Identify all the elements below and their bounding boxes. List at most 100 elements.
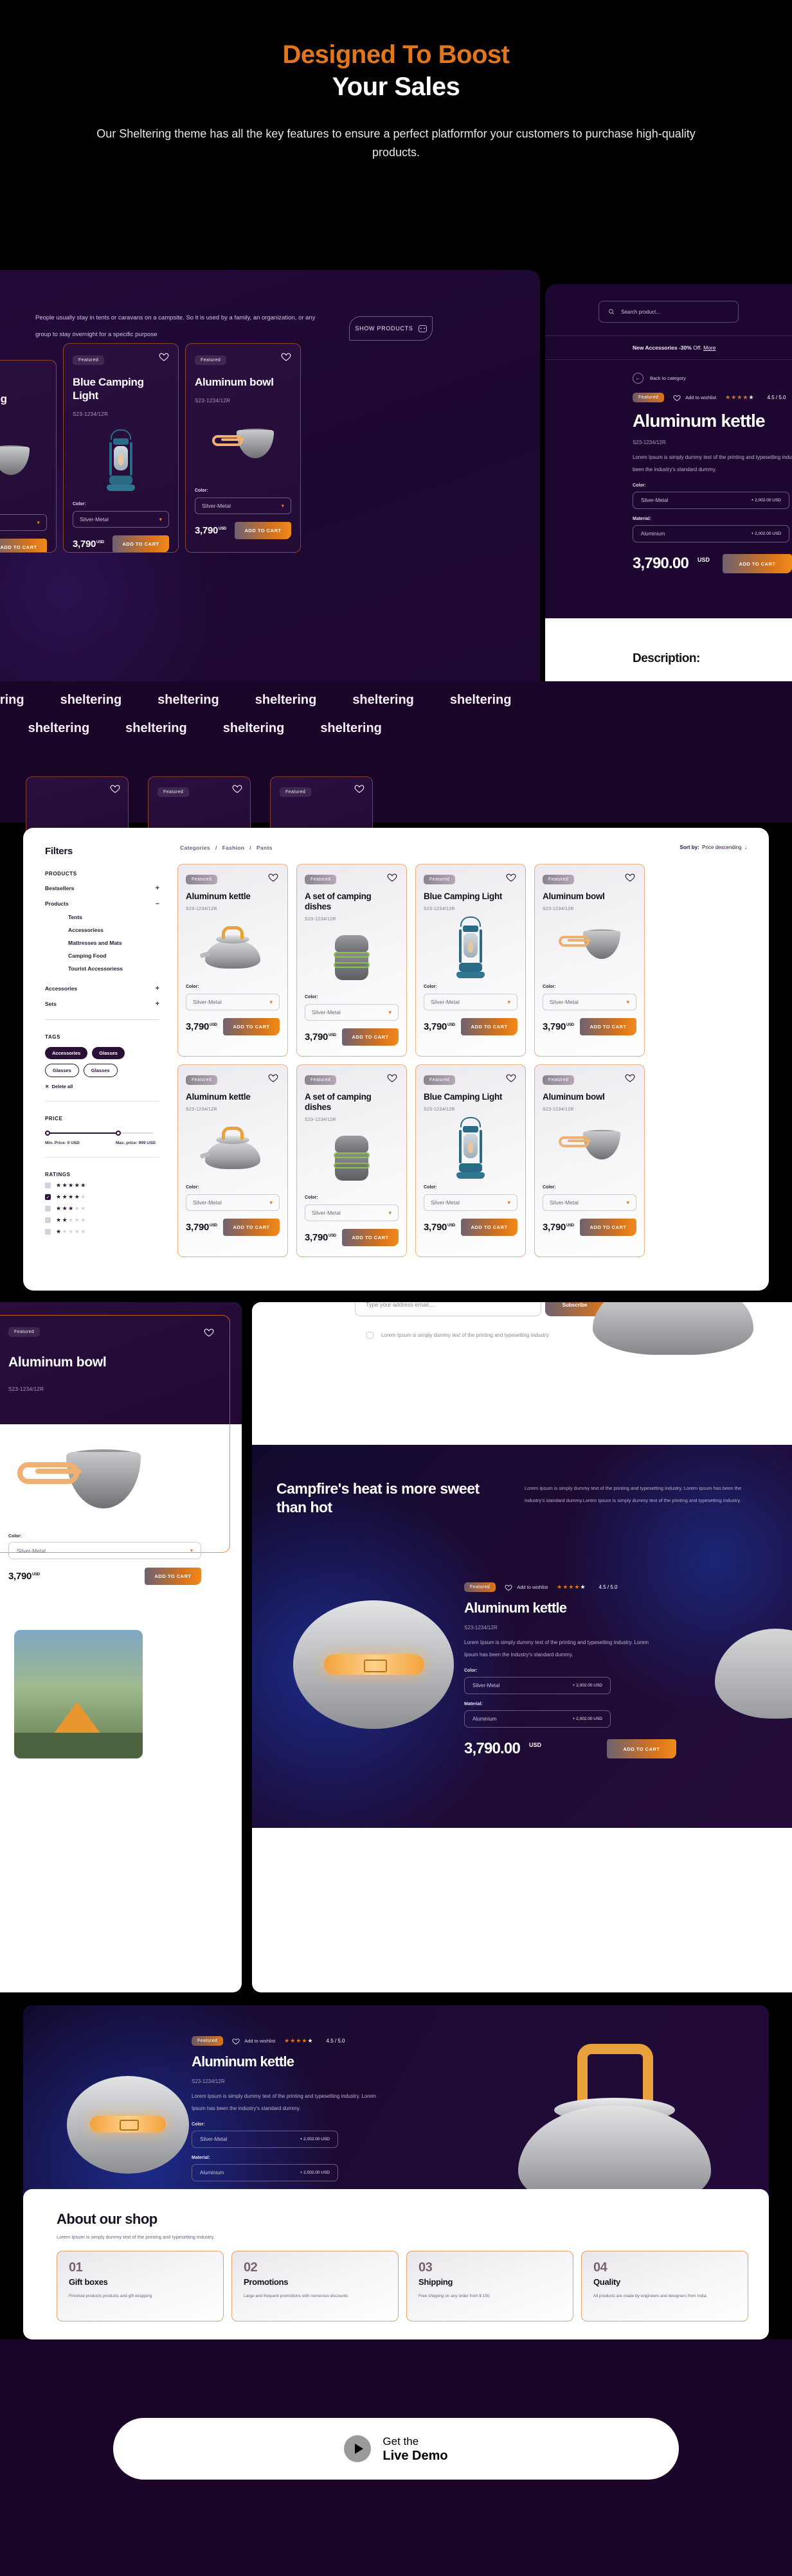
product-card[interactable]: Featured of camping S23-1234/12R Color: … (0, 360, 57, 553)
filter-group-sets[interactable]: Sets + (45, 1000, 159, 1008)
product-card[interactable]: Featured Blue Camping Light S23-1234/12R Co… (415, 1064, 526, 1257)
rating-filter-row[interactable]: ★★★★★ (45, 1182, 159, 1189)
product-card[interactable]: Featured Aluminum kettle S23-1234/12R Color… (177, 864, 288, 1057)
breadcrumb-item-pants[interactable]: Pants (256, 845, 273, 851)
consent-checkbox[interactable] (366, 1332, 374, 1339)
add-to-cart-button[interactable]: ADD TO CART (342, 1229, 399, 1246)
rating-filter-row[interactable]: ★★★★★ (45, 1228, 159, 1235)
color-select[interactable]: Silver-Metal ▾ (424, 994, 518, 1010)
tag-chip[interactable]: Glasses (83, 1064, 118, 1077)
product-card[interactable]: Featured Aluminum kettle S23-1234/12R Color… (177, 1064, 288, 1257)
color-select[interactable]: Silver-Metal ▾ (305, 1204, 399, 1221)
wishlist-heart-icon[interactable] (387, 872, 397, 882)
breadcrumb-item-fashion[interactable]: Fashion (222, 845, 245, 851)
email-input[interactable]: Type your address email.... (355, 1302, 541, 1316)
material-select[interactable]: Aluminium + 2,002.00 USD (192, 2164, 338, 2181)
color-select[interactable]: Silver-Metal ▾ (0, 514, 47, 531)
wishlist-heart-icon[interactable] (281, 352, 291, 362)
color-select[interactable]: Silver-Metal ▾ (424, 1194, 518, 1211)
color-select[interactable]: Silver-Metal ▾ (186, 1194, 280, 1211)
live-demo-button[interactable]: Get the Live Demo (113, 2418, 679, 2480)
back-to-category-link[interactable]: ← Back to category (633, 373, 792, 384)
filter-subitem-camping-food[interactable]: Camping Food (68, 953, 159, 959)
wishlist-heart-icon[interactable] (232, 783, 242, 794)
color-select[interactable]: Silver-Metal + 2,002.00 USD (464, 1677, 611, 1694)
color-select[interactable]: Silver-Metal ▾ (543, 1194, 636, 1211)
add-to-wishlist-button[interactable]: Add to wishlist (232, 2037, 275, 2045)
rating-checkbox[interactable] (45, 1206, 51, 1212)
add-to-cart-button[interactable]: ADD TO CART (461, 1219, 518, 1236)
wishlist-heart-icon[interactable] (506, 872, 516, 882)
wishlist-heart-icon[interactable] (268, 872, 278, 882)
price-range-slider[interactable] (45, 1131, 153, 1136)
product-card[interactable]: Featured (270, 776, 373, 834)
wishlist-heart-icon[interactable] (506, 1073, 516, 1083)
add-to-cart-button[interactable]: ADD TO CART (0, 539, 47, 552)
product-card[interactable]: Featured Aluminum bowl S23-1234/12R Color: S… (534, 1064, 645, 1257)
wishlist-heart-icon[interactable] (159, 352, 169, 362)
rating-filter-row[interactable]: ★★★★★ (45, 1217, 159, 1224)
product-card[interactable]: Featured Aluminum bowl S23-1234/12R Colo… (185, 343, 301, 553)
wishlist-heart-icon[interactable] (204, 1327, 214, 1337)
promo-more-link[interactable]: More (703, 344, 716, 351)
rating-checkbox[interactable]: ✓ (45, 1194, 51, 1200)
filter-group-products[interactable]: Products – (45, 900, 159, 908)
product-card[interactable]: Featured Aluminum bowl S23-1234/12R Colo… (0, 1315, 230, 1585)
product-card[interactable]: Featured Aluminum bowl S23-1234/12R Color: S… (534, 864, 645, 1057)
add-to-cart-button[interactable]: ADD TO CART (580, 1018, 636, 1035)
tag-chip[interactable]: Glasses (45, 1064, 79, 1077)
rating-filter-row[interactable]: ★★★★★ (45, 1205, 159, 1212)
breadcrumb-item-categories[interactable]: Categories (180, 845, 210, 851)
color-select[interactable]: Silver-Metal + 2,002.00 USD (633, 492, 789, 509)
product-card[interactable]: Featured Blue Camping Light S23-1234/12R Co… (415, 864, 526, 1057)
filter-subitem-accessoriess[interactable]: Accessoriess (68, 927, 159, 933)
filter-group-bestsellers[interactable]: Bestsellers + (45, 884, 159, 892)
color-select[interactable]: Silver-Metal ▾ (186, 994, 280, 1010)
rating-filter-row[interactable]: ✓ ★★★★★ (45, 1194, 159, 1201)
product-card[interactable]: Featured A set of camping dishes S23-1234/… (296, 1064, 407, 1257)
add-to-cart-button[interactable]: ADD TO CART (607, 1739, 676, 1758)
color-select[interactable]: Silver-Metal ▾ (8, 1542, 201, 1559)
add-to-cart-button[interactable]: ADD TO CART (113, 535, 169, 552)
add-to-cart-button[interactable]: ADD TO CART (461, 1018, 518, 1035)
delete-all-button[interactable]: ✕ Delete all (45, 1084, 159, 1089)
wishlist-heart-icon[interactable] (387, 1073, 397, 1083)
add-to-cart-button[interactable]: ADD TO CART (145, 1568, 201, 1585)
rating-checkbox[interactable] (45, 1183, 51, 1188)
wishlist-heart-icon[interactable] (268, 1073, 278, 1083)
search-input[interactable]: Search product... (598, 301, 739, 323)
wishlist-heart-icon[interactable] (110, 783, 120, 794)
tag-chip[interactable]: Glasses (92, 1047, 125, 1059)
rating-checkbox[interactable] (45, 1217, 51, 1223)
wishlist-heart-icon[interactable] (354, 783, 364, 794)
add-to-cart-button[interactable]: ADD TO CART (723, 554, 792, 573)
material-select[interactable]: Aluminium + 2,002.00 USD (464, 1710, 611, 1728)
color-select[interactable]: Silver-Metal ▾ (305, 1004, 399, 1021)
add-to-wishlist-button[interactable]: Add to wishlist (673, 394, 716, 402)
add-to-cart-button[interactable]: ADD TO CART (223, 1219, 280, 1236)
add-to-cart-button[interactable]: ADD TO CART (580, 1219, 636, 1236)
wishlist-heart-icon[interactable] (625, 1073, 635, 1083)
show-products-button[interactable]: SHOW PRODUCTS (349, 316, 433, 341)
add-to-cart-button[interactable]: ADD TO CART (223, 1018, 280, 1035)
rating-checkbox[interactable] (45, 1229, 51, 1235)
sort-by-control[interactable]: Sort by: Price descending ↓ (680, 845, 747, 850)
color-select[interactable]: Silver-Metal ▾ (543, 994, 636, 1010)
filter-subitem-tents[interactable]: Tents (68, 914, 159, 920)
add-to-wishlist-button[interactable]: Add to wishlist (505, 1584, 548, 1591)
product-card[interactable]: Featured (148, 776, 251, 834)
filter-subitem-tourist-accessoriess[interactable]: Tourist Accessoriess (68, 965, 159, 972)
product-card[interactable] (26, 776, 129, 834)
product-card[interactable]: Featured A set of camping dishes S23-1234/… (296, 864, 407, 1057)
color-select[interactable]: Silver-Metal + 2,002.00 USD (192, 2131, 338, 2148)
filter-subitem-mattresses-and-mats[interactable]: Mattresses and Mats (68, 940, 159, 946)
wishlist-heart-icon[interactable] (625, 872, 635, 882)
slider-handle-min[interactable] (45, 1131, 50, 1136)
product-card[interactable]: Featured Blue Camping Light S23-1234/12R… (63, 343, 179, 553)
color-select[interactable]: Silver-Metal ▾ (195, 497, 291, 514)
material-select[interactable]: Aluminium + 2,002.00 USD (633, 525, 789, 542)
color-select[interactable]: Silver-Metal ▾ (73, 511, 169, 528)
add-to-cart-button[interactable]: ADD TO CART (342, 1028, 399, 1046)
slider-handle-max[interactable] (116, 1131, 121, 1136)
add-to-cart-button[interactable]: ADD TO CART (235, 522, 291, 539)
